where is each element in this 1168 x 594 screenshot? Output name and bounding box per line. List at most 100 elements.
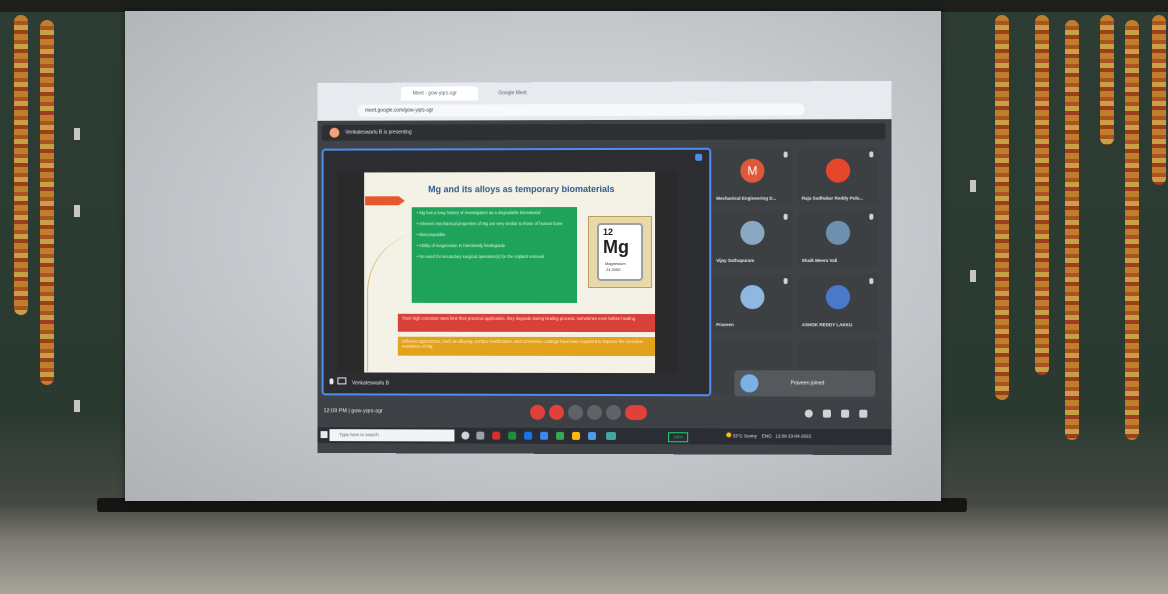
- meeting-time: 12:09 PM: [323, 408, 347, 415]
- presenter-name: Venkateswarlu B: [352, 380, 389, 387]
- clock-date[interactable]: 23-04-2022: [788, 434, 811, 439]
- battery-indicator[interactable]: 100%: [668, 432, 689, 443]
- wall-fixture: [74, 128, 80, 140]
- flower-garland: [14, 15, 28, 315]
- screen-share-icon: [337, 377, 347, 385]
- flower-garland: [995, 15, 1009, 400]
- slide-title: Mg and its alloys as temporary biomateri…: [428, 183, 615, 195]
- app-icon[interactable]: [556, 431, 565, 440]
- activities-icon[interactable]: [859, 409, 868, 418]
- browser-chrome: Meet - gow-yqrs-sgr Google Meet meet.goo…: [317, 80, 892, 121]
- atomic-number: 12: [603, 226, 614, 237]
- participant-tile[interactable]: Shaik Meera Vali: [797, 209, 879, 267]
- flower-garland: [1035, 15, 1049, 375]
- atomic-mass: 24.3050: [605, 266, 621, 273]
- element-card: 12 Mg Magnesium 24.3050: [588, 215, 653, 289]
- app-icon[interactable]: [476, 431, 485, 440]
- flower-garland: [40, 20, 54, 385]
- pin-icon[interactable]: [695, 153, 703, 161]
- bullet-item: • No need for secondary surgical operati…: [416, 254, 544, 260]
- flower-garland: [1100, 15, 1114, 145]
- meeting-code: gow-yqrs-sgr: [351, 408, 383, 415]
- join-notification: Praveen joined: [734, 370, 876, 397]
- system-tray: 33°C Sunny ENG 12:09 23-04-2022: [726, 432, 811, 439]
- mic-muted-icon: [869, 213, 874, 220]
- presenting-text: Venkateswarlu B is presenting: [345, 129, 412, 136]
- mic-muted-icon: [869, 151, 874, 158]
- start-button[interactable]: [320, 431, 328, 439]
- wall-fixture: [74, 205, 80, 217]
- meeting-controls: 12:09 PM | gow-yqrs-sgr: [317, 399, 892, 427]
- limitation-note: Their high corrosion rates limit their p…: [397, 313, 656, 333]
- weather-text[interactable]: 33°C Sunny: [733, 433, 757, 438]
- task-view-icon[interactable]: [461, 431, 470, 440]
- clock-time[interactable]: 12:09: [775, 434, 786, 439]
- presentation-tile[interactable]: Mg and its alloys as temporary biomateri…: [321, 147, 712, 397]
- participant-avatar: [825, 220, 851, 245]
- app-icon[interactable]: [605, 432, 617, 441]
- people-icon[interactable]: [822, 409, 831, 418]
- mic-muted-icon: [783, 213, 788, 220]
- meeting-info: 12:09 PM | gow-yqrs-sgr: [323, 408, 383, 415]
- floor: [0, 505, 1168, 594]
- bullet-item: • Inherent mechanical properties of Mg a…: [416, 221, 563, 227]
- more-options-button[interactable]: [605, 405, 622, 421]
- projected-display: Meet - gow-yqrs-sgr Google Meet meet.goo…: [317, 80, 892, 456]
- leave-call-button[interactable]: [625, 405, 648, 421]
- bullet-item: • Mg has a long history of investigation…: [416, 210, 541, 216]
- mic-muted-icon: [869, 278, 874, 285]
- participant-avatar: [825, 158, 851, 183]
- app-icon[interactable]: [508, 431, 517, 440]
- app-icon[interactable]: [492, 431, 501, 440]
- participant-name: Shaik Meera Vali: [801, 257, 838, 263]
- element-tile: 12 Mg Magnesium 24.3050: [597, 222, 644, 282]
- address-bar[interactable]: meet.google.com/gow-yqrs-sgr: [357, 103, 805, 117]
- participant-tile[interactable]: Raja Sudhakar Reddy Pulu...: [797, 147, 879, 205]
- participant-avatar: [740, 220, 765, 245]
- mic-muted-icon: [783, 151, 788, 158]
- wall-fixture: [970, 180, 976, 192]
- participant-name: ASHOK REDDY LAKKU: [801, 322, 853, 328]
- participant-tile[interactable]: ASHOK REDDY LAKKU: [797, 274, 879, 332]
- participant-avatar: M: [740, 158, 765, 183]
- info-icon[interactable]: [804, 409, 813, 418]
- mic-off-button[interactable]: [530, 404, 546, 420]
- bullet-item: • Biocompatible: [416, 232, 446, 238]
- weather-icon: [726, 432, 732, 438]
- presenting-banner: Venkateswarlu B is presenting: [321, 123, 886, 141]
- participant-avatar: [740, 374, 759, 393]
- bullet-item: • Ability of magnesium to harmlessly bio…: [416, 243, 506, 249]
- flower-garland: [1065, 20, 1079, 440]
- participant-tile[interactable]: M Mechanical Engineering D...: [712, 147, 793, 205]
- app-icon[interactable]: [540, 431, 549, 440]
- slide-arrow: [365, 196, 405, 205]
- camera-off-button[interactable]: [549, 404, 565, 420]
- app-icon[interactable]: [524, 431, 533, 440]
- element-symbol: Mg: [603, 236, 630, 257]
- participant-name: Mechanical Engineering D...: [716, 195, 777, 201]
- presenter-avatar: [329, 127, 340, 138]
- language-indicator[interactable]: ENG: [762, 434, 772, 439]
- app-icon[interactable]: [572, 431, 581, 440]
- taskbar-search[interactable]: Type here to search: [329, 429, 455, 442]
- app-icon[interactable]: [588, 431, 597, 440]
- browser-tab[interactable]: Meet - gow-yqrs-sgr: [400, 86, 479, 101]
- participant-tile[interactable]: Praveen: [712, 274, 793, 332]
- wall-fixture: [970, 270, 976, 282]
- flower-garland: [1125, 20, 1139, 440]
- participant-name: Vijay Sathupuram: [716, 257, 755, 263]
- participant-avatar: [825, 285, 851, 310]
- flower-garland: [1152, 15, 1166, 185]
- present-button[interactable]: [587, 404, 603, 420]
- participant-avatar: [740, 285, 765, 310]
- chat-icon[interactable]: [841, 409, 850, 418]
- windows-taskbar: Type here to search 100% 33°C Sunny ENG …: [317, 427, 892, 445]
- browser-tab[interactable]: Google Meet: [486, 86, 568, 100]
- captions-button[interactable]: [568, 404, 584, 420]
- participant-name: Raja Sudhakar Reddy Pulu...: [801, 195, 864, 201]
- participant-tile[interactable]: Vijay Sathupuram: [712, 209, 793, 267]
- slide-border-right: [655, 171, 678, 374]
- mic-muted-icon: [783, 278, 788, 285]
- slide: Mg and its alloys as temporary biomateri…: [337, 171, 678, 374]
- slide-border-left: [337, 172, 365, 373]
